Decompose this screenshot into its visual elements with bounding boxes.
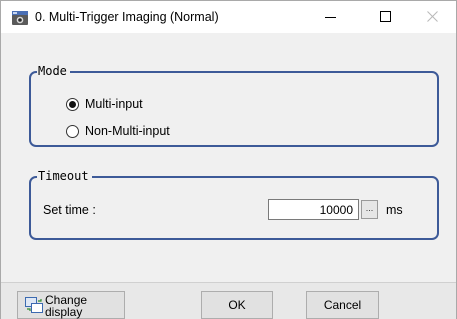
- timeout-group: Timeout Set time : ... ms: [29, 169, 439, 240]
- change-display-icon: [25, 297, 43, 313]
- timeout-legend: Timeout: [37, 169, 92, 183]
- maximize-icon: [380, 11, 391, 22]
- camera-icon: [12, 11, 28, 25]
- set-time-label: Set time :: [43, 203, 96, 217]
- window-title: 0. Multi-Trigger Imaging (Normal): [35, 10, 219, 24]
- close-icon: [427, 11, 438, 22]
- title-bar[interactable]: 0. Multi-Trigger Imaging (Normal): [1, 1, 456, 33]
- maximize-button[interactable]: [363, 1, 409, 33]
- change-display-button[interactable]: Change display: [17, 291, 125, 319]
- change-display-label: Change display: [45, 293, 88, 319]
- minimize-button[interactable]: [308, 1, 354, 33]
- button-bar: Change display OK Cancel: [1, 282, 456, 319]
- mode-group: Mode Multi-input Non-Multi-input: [29, 64, 439, 147]
- mode-legend: Mode: [37, 64, 70, 78]
- radio-non-multi-input-label[interactable]: Non-Multi-input: [85, 124, 170, 138]
- radio-button-checked[interactable]: [66, 98, 79, 111]
- radio-multi-input-label[interactable]: Multi-input: [85, 97, 143, 111]
- cancel-button[interactable]: Cancel: [306, 291, 379, 319]
- unit-label: ms: [386, 203, 403, 217]
- set-time-input[interactable]: [268, 199, 359, 220]
- dialog-window: 0. Multi-Trigger Imaging (Normal) Mode M…: [0, 0, 457, 319]
- ellipsis-button[interactable]: ...: [361, 200, 378, 219]
- minimize-icon: [325, 17, 336, 18]
- ok-button[interactable]: OK: [201, 291, 273, 319]
- radio-button-unchecked[interactable]: [66, 125, 79, 138]
- close-button[interactable]: [410, 1, 456, 33]
